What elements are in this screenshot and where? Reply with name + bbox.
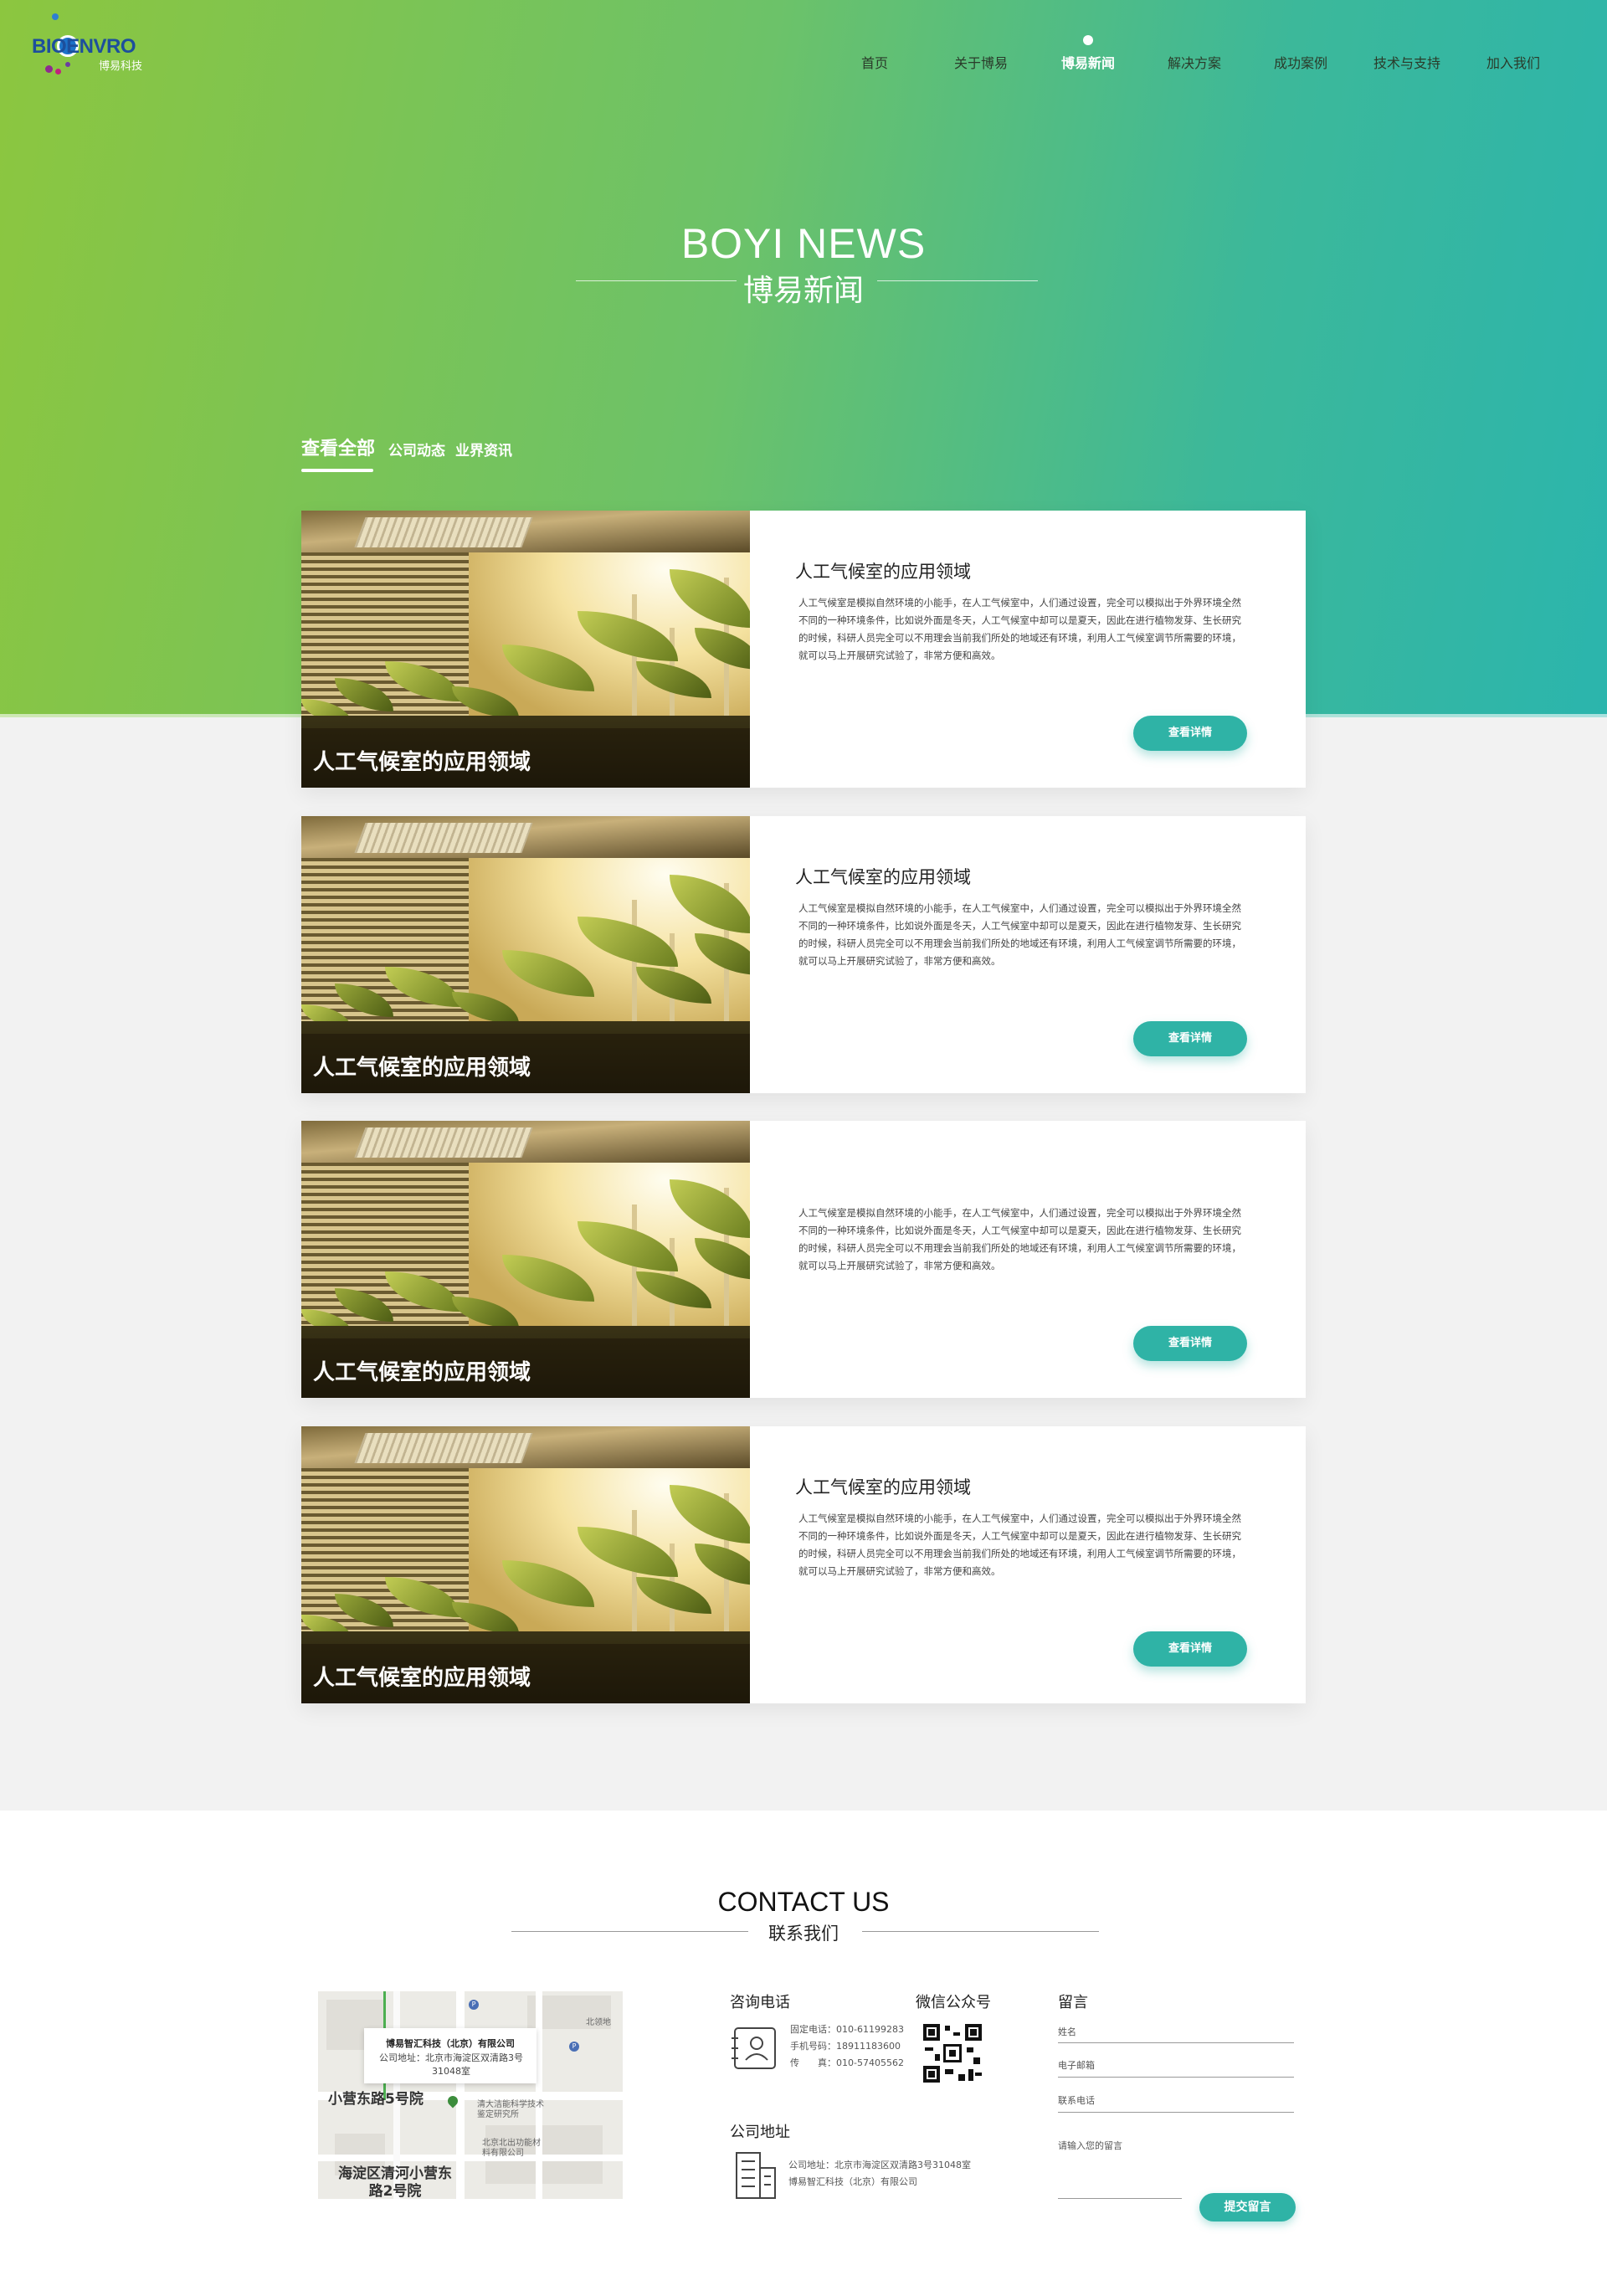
brand-logo[interactable]: BIOENVRO 博易科技 [32, 13, 157, 80]
nav-item-about[interactable]: 关于博易 [954, 52, 1008, 72]
contact-title: CONTACT US [717, 1887, 890, 1917]
submit-message-button[interactable]: 提交留言 [1199, 2193, 1296, 2222]
contact-card-icon [732, 2027, 776, 2069]
tab-company-news[interactable]: 公司动态 [388, 439, 445, 460]
message-textarea-underline [1058, 2198, 1182, 2199]
news-description: 人工气候室是模拟自然环境的小能手，在人工气候室中，人们通过设置，完全可以模拟出于… [798, 1513, 1241, 1577]
news-description: 人工气候室是模拟自然环境的小能手，在人工气候室中，人们通过设置，完全可以模拟出于… [798, 1207, 1241, 1271]
news-title[interactable]: 人工气候室的应用领域 [795, 864, 971, 889]
phone-field[interactable]: 联系电话 [1058, 2093, 1095, 2107]
nav-item-support[interactable]: 技术与支持 [1373, 52, 1440, 72]
news-image-caption: 人工气候室的应用领域 [313, 1666, 531, 1691]
address-line-1: 公司地址：北京市海淀区双清路3号31048室 [788, 2160, 971, 2170]
address-line-2: 博易智汇科技（北京）有限公司 [788, 2176, 917, 2187]
phone-heading: 咨询电话 [730, 1994, 790, 2011]
nav-item-solutions[interactable]: 解决方案 [1168, 52, 1221, 72]
map-label: 小营东路5号院 [328, 2091, 424, 2108]
news-description: 人工气候室是模拟自然环境的小能手，在人工气候室中，人们通过设置，完全可以模拟出于… [798, 597, 1241, 661]
tab-all[interactable]: 查看全部 [301, 434, 375, 460]
message-heading: 留言 [1058, 1994, 1088, 2011]
map-poi: 北领地 [586, 2018, 611, 2027]
main-nav: 首页 关于博易 博易新闻 解决方案 成功案例 技术与支持 加入我们 [837, 35, 1574, 77]
view-details-button[interactable]: 查看详情 [1133, 1021, 1247, 1056]
hero-subtitle: 博易新闻 [742, 274, 864, 308]
news-image-caption: 人工气候室的应用领域 [313, 1360, 531, 1385]
parking-icon: P [569, 2042, 579, 2052]
news-image-caption: 人工气候室的应用领域 [313, 750, 531, 775]
hero-title: BOYI NEWS [680, 220, 927, 267]
phone-mobile: 手机号码：18911183600 [790, 2041, 901, 2052]
wechat-qr-code-icon [923, 2024, 982, 2083]
tab-industry-news[interactable]: 业界资讯 [455, 439, 512, 460]
name-field-underline [1058, 2042, 1294, 2043]
active-dot-icon [1083, 35, 1093, 45]
email-field[interactable]: 电子邮箱 [1058, 2058, 1095, 2072]
news-title[interactable]: 人工气候室的应用领域 [795, 558, 971, 583]
news-image[interactable]: 人工气候室的应用领域 [301, 511, 750, 788]
news-image[interactable]: 人工气候室的应用领域 [301, 816, 750, 1093]
location-map[interactable]: P P 博易智汇科技（北京）有限公司 公司地址：北京市海淀区双清路3号31048… [318, 1991, 623, 2199]
message-textarea[interactable]: 请输入您的留言 [1058, 2139, 1122, 2152]
view-details-button[interactable]: 查看详情 [1133, 716, 1247, 751]
wechat-heading: 微信公众号 [916, 1994, 991, 2011]
address-heading: 公司地址 [730, 2124, 790, 2141]
email-field-underline [1058, 2077, 1294, 2078]
news-card-2[interactable]: 人工气候室的应用领域 人工气候室的应用领域 人工气候室是模拟自然环境的小能手，在… [301, 816, 1306, 1093]
map-label: 海淀区清河小营东路2号院 [338, 2165, 452, 2199]
contact-section: CONTACT US 联系我们 P P 博易智汇科技（北京）有限公司 公司地址：… [0, 1811, 1607, 2296]
contact-subtitle: 联系我们 [768, 1924, 839, 1944]
logo-wordmark: BIOENVRO [32, 35, 136, 58]
news-card-3[interactable]: 人工气候室的应用领域 人工气候室是模拟自然环境的小能手，在人工气候室中，人们通过… [301, 1121, 1306, 1398]
parking-icon: P [469, 2000, 479, 2010]
tab-active-indicator [301, 469, 373, 472]
news-description: 人工气候室是模拟自然环境的小能手，在人工气候室中，人们通过设置，完全可以模拟出于… [798, 902, 1241, 967]
view-details-button[interactable]: 查看详情 [1133, 1631, 1247, 1667]
nav-item-cases[interactable]: 成功案例 [1274, 52, 1327, 72]
news-image-caption: 人工气候室的应用领域 [313, 1056, 531, 1081]
news-card-4[interactable]: 人工气候室的应用领域 人工气候室的应用领域 人工气候室是模拟自然环境的小能手，在… [301, 1426, 1306, 1703]
building-icon [736, 2152, 776, 2199]
map-info-card: 博易智汇科技（北京）有限公司 公司地址：北京市海淀区双清路3号31048室 [364, 2028, 537, 2083]
nav-item-news-label: 博易新闻 [1061, 55, 1116, 71]
news-title[interactable]: 人工气候室的应用领域 [795, 1474, 971, 1499]
nav-item-join[interactable]: 加入我们 [1486, 52, 1540, 72]
nav-item-news[interactable]: 博易新闻 [1061, 35, 1116, 72]
news-image[interactable]: 人工气候室的应用领域 [301, 1121, 750, 1398]
phone-fax: 传 真：010-57405562 [790, 2057, 904, 2068]
phone-field-underline [1058, 2112, 1294, 2113]
news-card-1[interactable]: 人工气候室的应用领域 人工气候室的应用领域 人工气候室是模拟自然环境的小能手，在… [301, 511, 1306, 788]
map-company-name: 博易智汇科技（北京）有限公司 [386, 2038, 515, 2049]
map-company-address: 公司地址：北京市海淀区双清路3号31048室 [379, 2052, 523, 2077]
map-poi: 清大洁能科学技术鉴定研究所 [477, 2100, 544, 2119]
news-image[interactable]: 人工气候室的应用领域 [301, 1426, 750, 1703]
phone-fixed: 固定电话：010-61199283 [790, 2024, 904, 2035]
nav-item-home[interactable]: 首页 [861, 52, 888, 72]
logo-subtitle: 博易科技 [99, 60, 143, 73]
map-poi: 北京北出功能材料有限公司 [482, 2139, 541, 2158]
name-field[interactable]: 姓名 [1058, 2025, 1076, 2038]
view-details-button[interactable]: 查看详情 [1133, 1326, 1247, 1361]
